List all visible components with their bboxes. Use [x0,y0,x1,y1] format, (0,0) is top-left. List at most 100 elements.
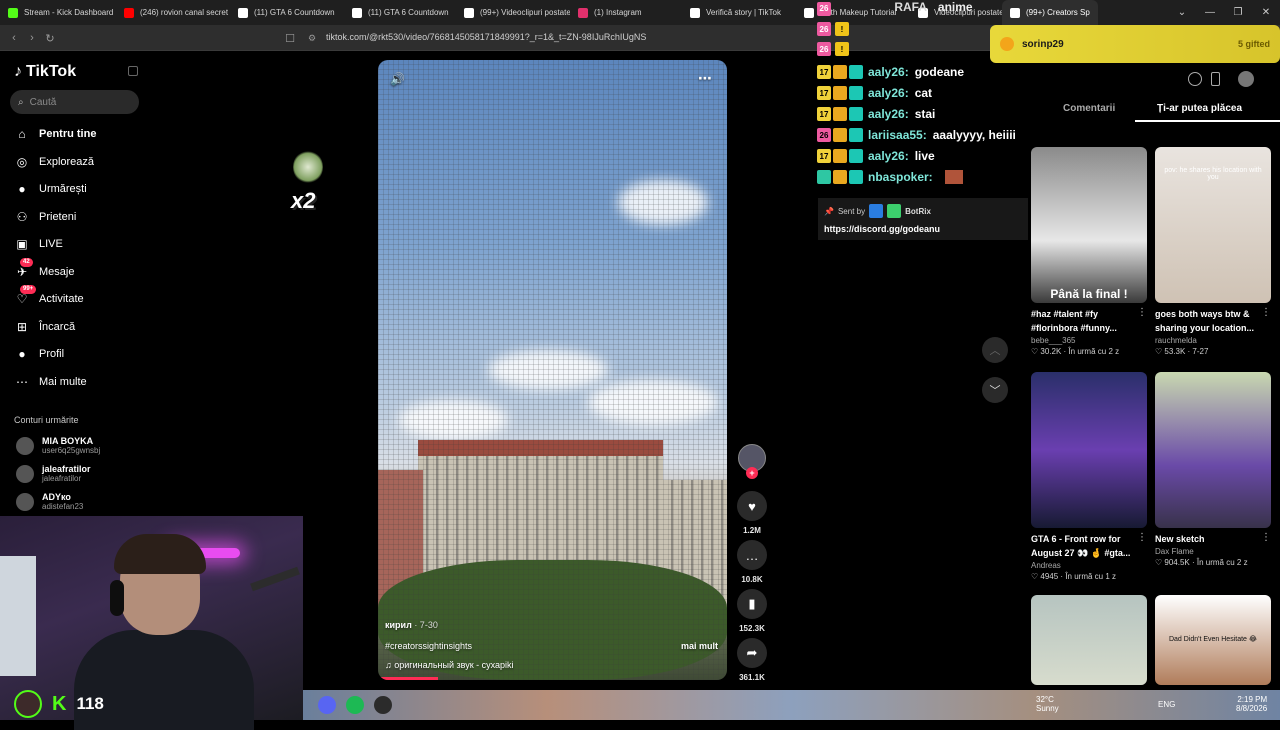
url-text[interactable]: tiktok.com/@rkt530/video/766814505817184… [326,32,646,42]
site-info-icon[interactable]: ⚙ [304,30,320,46]
card-more-icon[interactable]: ⋮ [1261,307,1271,318]
close-window-icon[interactable]: ✕ [1252,0,1280,25]
action-bookmark[interactable]: ▮ 152.3K [737,589,767,633]
card-author[interactable]: rauchmelda [1155,336,1271,345]
video-hashtag[interactable]: #creatorssightinsights [385,641,472,651]
sidebar-item-friends[interactable]: ⚇ Prieteni [14,207,77,227]
heart-icon[interactable]: ♥ [737,491,767,521]
comment-icon[interactable]: … [737,540,767,570]
video-thumbnail[interactable]: Dad Didn't Even Hesitate 😂 [1155,595,1271,685]
followed-account[interactable]: ADYко adistefan23 [16,492,83,511]
browser-tab[interactable]: (1) Instagram [570,0,682,25]
phone-icon[interactable] [1211,72,1220,86]
suggested-video-card[interactable] [1031,595,1147,685]
share-icon[interactable]: ➦ [737,638,767,668]
bookmark-page-icon[interactable]: ☐ [282,30,298,46]
browser-tab[interactable]: (99+) Videoclipuri postate [456,0,570,25]
more-text-button[interactable]: mai mult [681,641,718,651]
account-handle: jaleafratilor [42,474,82,483]
sidebar-item-compass[interactable]: ◎ Explorează [14,152,94,172]
search-input[interactable]: ⌕ Caută [10,90,139,114]
chat-username[interactable]: lariisaa55: [868,128,927,142]
video-thumbnail[interactable] [1031,372,1147,528]
suggested-video-card[interactable]: Dad Didn't Even Hesitate 😂 [1155,595,1271,685]
card-title[interactable]: goes both ways btw & sharing your locati… [1155,307,1271,335]
chat-username[interactable]: aaly26: [868,65,909,79]
sidebar-item-live[interactable]: ▣ LIVE [14,234,63,254]
chat-username[interactable]: nbaspoker: [868,170,933,184]
sidebar-item-home[interactable]: ⌂ Pentru tine [14,124,96,144]
suggested-video-card[interactable]: pov: he shares his location with you goes… [1155,147,1271,356]
mod-badge-icon [849,107,863,121]
card-title[interactable]: GTA 6 - Front row for August 27 👀 🤞 #gta… [1031,532,1147,560]
compass-icon[interactable] [1188,72,1202,86]
tab-search-icon[interactable]: ⌄ [1168,0,1196,25]
tab-comments[interactable]: Comentarii [1063,103,1115,114]
progress-bar[interactable] [378,677,438,680]
browser-tab[interactable]: (246) rovion canal secret [116,0,230,25]
chat-username[interactable]: aaly26: [868,86,909,100]
weather-widget[interactable]: 32°C Sunny [1036,695,1059,713]
tab-suggested[interactable]: Ți-ar putea plăcea [1157,103,1242,114]
forward-icon[interactable]: › [24,30,40,46]
discord-link[interactable]: https://discord.gg/godeanu [824,224,1022,234]
headphone-shape [110,580,124,616]
obs-icon[interactable] [374,696,392,714]
sidebar-item-more[interactable]: ⋯ Mai multe [14,372,87,392]
discord-icon[interactable] [318,696,336,714]
account-name: MIA BOYKA [42,436,94,446]
video-sound[interactable]: ♫ оригинальный звук - сухарiki [385,660,514,670]
card-title[interactable]: #haz #talent #fy #florinbora #funny... [1031,307,1147,335]
next-video-icon[interactable]: ﹀ [982,377,1008,403]
sidebar-item-avatar[interactable]: ● Urmărești [14,179,86,199]
suggested-video-card[interactable]: New sketch Dax Flame ♡ 904.5K · În urmă cu… [1155,372,1271,567]
suggested-video-card[interactable]: Până la final ! #haz #talent #fy #florinb… [1031,147,1147,356]
browser-tab[interactable]: Stream - Kick Dashboard [0,0,116,25]
minimize-icon[interactable]: — [1196,0,1224,25]
sidebar-item-message[interactable]: ✈ Mesaje 42 [14,257,74,282]
reload-icon[interactable]: ↻ [42,30,58,46]
tiktok-logo[interactable]: ♪ TikTok [14,63,76,81]
card-more-icon[interactable]: ⋮ [1137,532,1147,543]
sidebar-item-profile[interactable]: ● Profil [14,344,64,364]
browser-tab[interactable]: Verifică story | TikTok [682,0,796,25]
volume-icon[interactable]: 🔊 [390,72,405,86]
maximize-icon[interactable]: ❐ [1224,0,1252,25]
more-options-icon[interactable]: ⋯ [698,70,712,87]
video-author[interactable]: кирил · 7-30 [385,620,438,630]
card-more-icon[interactable]: ⋮ [1137,307,1147,318]
video-player[interactable]: 🔊 ⋯ кирил · 7-30 #creatorssightinsights … [378,60,727,680]
video-thumbnail[interactable] [1155,372,1271,528]
suggested-video-card[interactable]: GTA 6 - Front row for August 27 👀 🤞 #gta… [1031,372,1147,581]
action-comment[interactable]: … 10.8K [737,540,767,584]
browser-tab-bar: Stream - Kick Dashboard (246) rovion cana… [0,0,1280,25]
followed-account[interactable]: jaleafratilor jaleafratilor [16,464,91,483]
sidebar-item-activity[interactable]: ♡ Activitate 99+ [14,285,84,309]
action-heart[interactable]: ♥ 1.2M [737,491,767,535]
card-more-icon[interactable]: ⋮ [1261,532,1271,543]
chat-username[interactable]: aaly26: [868,107,909,121]
language-indicator[interactable]: ENG [1158,700,1175,709]
spotify-icon[interactable] [346,696,364,714]
video-thumbnail[interactable] [1031,595,1147,685]
action-share[interactable]: ➦ 361.1K [737,638,767,682]
card-title[interactable]: New sketch [1155,532,1271,546]
clock[interactable]: 2:19 PM 8/8/2026 [1236,695,1267,713]
bookmark-icon[interactable]: ▮ [737,589,767,619]
card-author[interactable]: Dax Flame [1155,547,1271,556]
chat-username[interactable]: aaly26: [868,149,909,163]
browser-tab[interactable]: (11) GTA 6 Countdown [230,0,344,25]
user-avatar[interactable] [1238,71,1254,87]
previous-video-icon[interactable]: ︿ [982,337,1008,363]
video-thumbnail[interactable]: Până la final ! [1031,147,1147,303]
video-thumbnail[interactable]: pov: he shares his location with you [1155,147,1271,303]
card-author[interactable]: bebe___365 [1031,336,1147,345]
followed-account[interactable]: MIA BOYKA user6q25gwnsbj [16,436,100,455]
card-author[interactable]: Andreas [1031,561,1147,570]
back-icon[interactable]: ‹ [6,30,22,46]
browser-tab[interactable]: (11) GTA 6 Countdown [344,0,456,25]
collapse-sidebar-icon[interactable] [128,66,138,76]
browser-tab[interactable]: (99+) Creators Sp [1002,0,1098,25]
follow-plus-icon[interactable]: + [746,467,758,479]
sidebar-item-upload[interactable]: ⊞ Încarcă [14,317,75,337]
